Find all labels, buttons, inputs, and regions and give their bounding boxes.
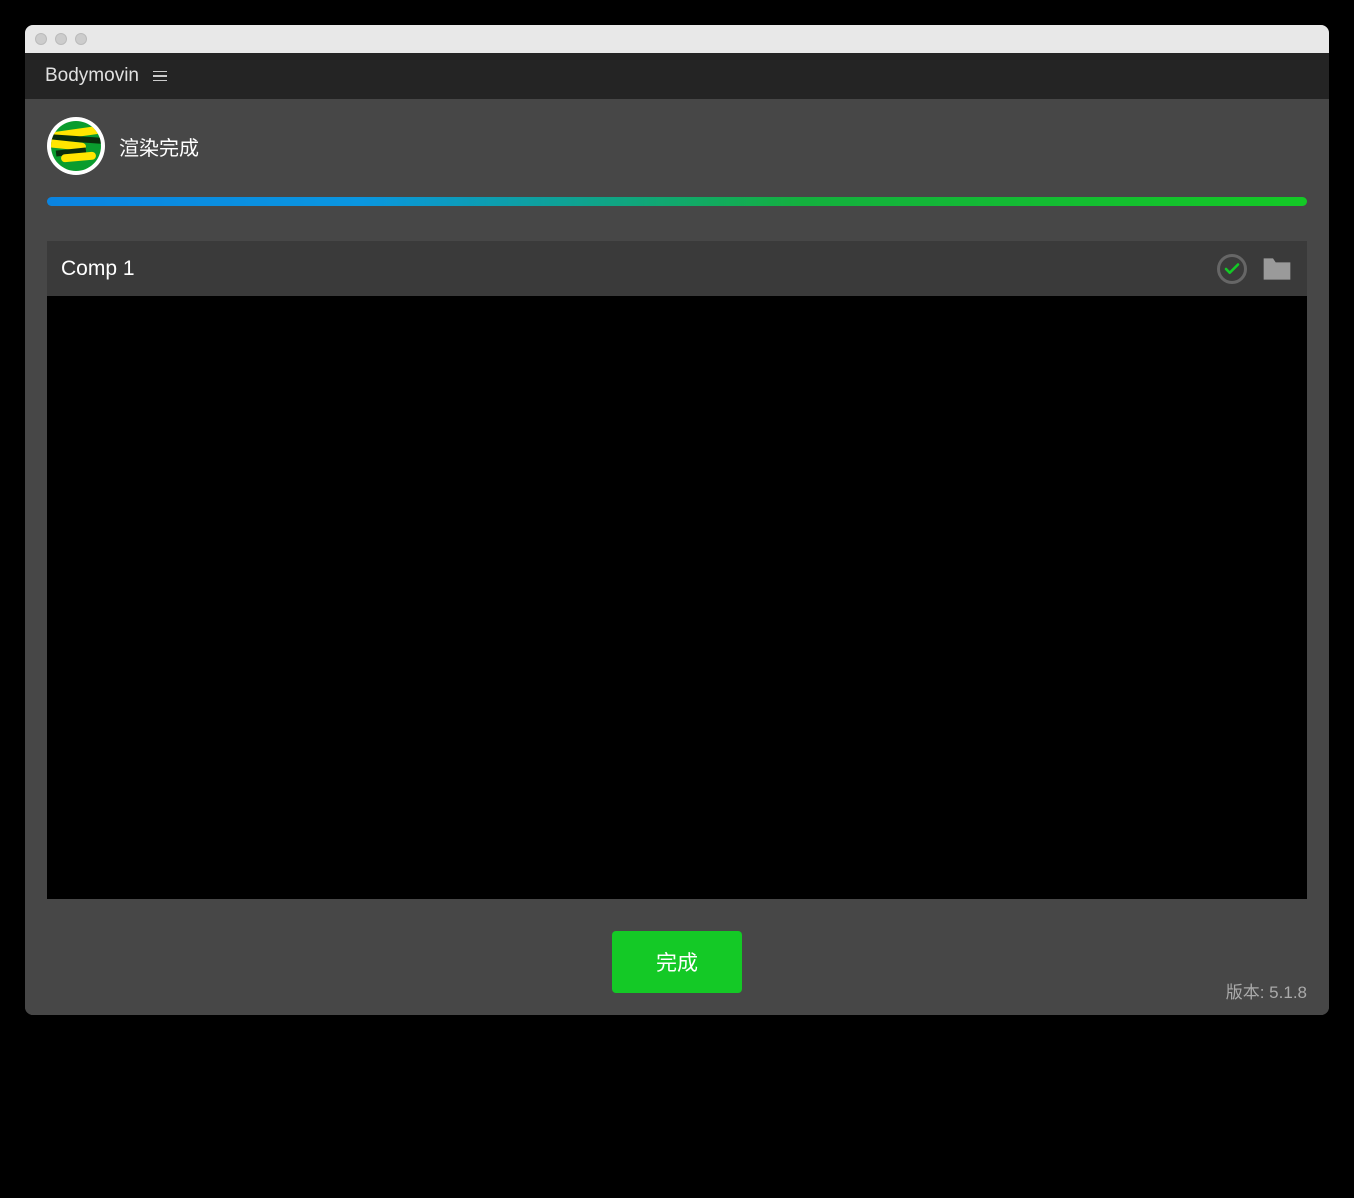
maximize-window-button[interactable] — [75, 33, 87, 45]
check-circle-icon[interactable] — [1217, 254, 1247, 284]
done-button[interactable]: 完成 — [612, 931, 742, 993]
app-window: Bodymovin 渲染完成 Comp 1 — [25, 25, 1329, 1015]
content-panel: 渲染完成 Comp 1 完成 — [25, 99, 1329, 1015]
composition-section: Comp 1 — [47, 241, 1307, 899]
render-status-text: 渲染完成 — [119, 132, 199, 161]
window-titlebar — [25, 25, 1329, 53]
progress-bar — [47, 197, 1307, 206]
version-label: 版本: 5.1.8 — [1226, 978, 1307, 1003]
bodymovin-logo-icon — [47, 117, 105, 175]
footer-row: 完成 版本: 5.1.8 — [47, 899, 1307, 1003]
composition-header: Comp 1 — [47, 241, 1307, 296]
minimize-window-button[interactable] — [55, 33, 67, 45]
status-row: 渲染完成 — [47, 117, 1307, 175]
app-title: Bodymovin — [45, 65, 139, 87]
composition-name: Comp 1 — [61, 257, 135, 281]
app-header: Bodymovin — [25, 53, 1329, 99]
folder-icon[interactable] — [1261, 255, 1293, 283]
close-window-button[interactable] — [35, 33, 47, 45]
composition-actions — [1217, 254, 1293, 284]
hamburger-icon[interactable] — [153, 71, 167, 82]
preview-area — [47, 296, 1307, 899]
